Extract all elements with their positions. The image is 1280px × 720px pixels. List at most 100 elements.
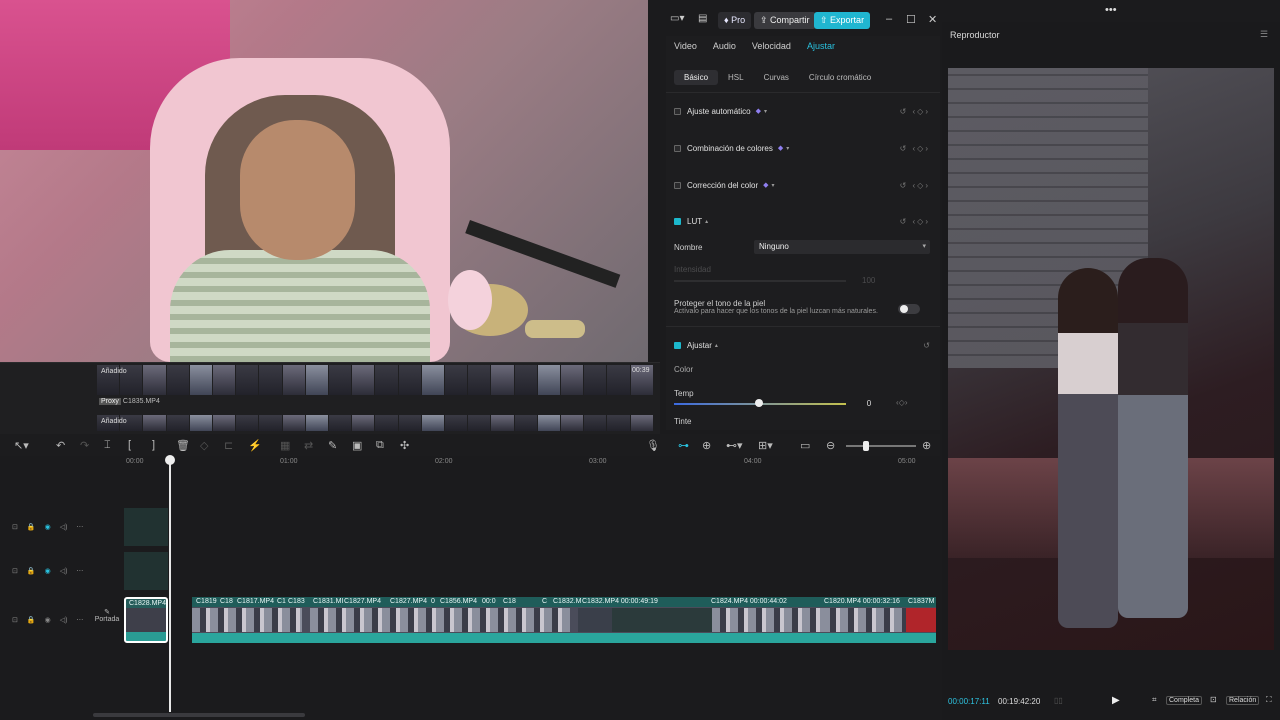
tab-velocidad[interactable]: Velocidad [744,41,799,51]
clip-sequence[interactable]: C1819 C18 C1817.MP4 C1 C183 C1831.MI C18… [192,597,936,643]
auto-adjust-checkbox[interactable] [674,107,681,115]
more-icon[interactable]: ⋯ [76,616,83,624]
reverse-icon[interactable]: ⇄ [304,439,313,452]
keyboard-icon[interactable]: ▤ [698,13,707,24]
zoom-fit-icon[interactable]: ⊡ [1210,695,1217,704]
playhead-handle[interactable] [165,455,175,465]
section-auto-adjust[interactable]: Ajuste automático ◆ ▾ ↺ ‹◇› [674,104,930,118]
zoom-in-icon[interactable]: ⊕ [922,439,931,452]
intensity-slider[interactable] [674,280,846,282]
keyframe-icon[interactable]: ↺ ‹◇› [900,181,930,190]
tab-ajustar[interactable]: Ajustar [799,41,843,51]
crop-icon[interactable]: ⊏ [224,439,233,452]
audio-icon[interactable]: ◁) [60,616,68,624]
section-adjust[interactable]: Ajustar ▴ ↺ [674,338,930,352]
tab-audio[interactable]: Audio [705,41,744,51]
ratio-button[interactable]: Relación [1226,696,1260,705]
lock-icon[interactable]: 🔒 [27,616,36,624]
more-icon[interactable]: ⋯ [76,567,83,575]
visibility-icon[interactable]: ◉ [45,616,51,624]
play-icon[interactable]: ▶ [1112,695,1120,706]
color-combo-checkbox[interactable] [674,144,681,152]
timeline-ruler[interactable]: 00:00 01:00 02:00 03:00 04:00 05:00 [92,456,940,470]
temp-value[interactable]: 0 [854,397,884,410]
lock-icon[interactable]: 🔒 [27,523,36,531]
subtab-hsl[interactable]: HSL [718,70,754,85]
visibility-icon[interactable]: ◉ [45,523,51,531]
preview-axis-icon[interactable]: ⊷▾ [726,439,743,452]
subtab-curvas[interactable]: Curvas [754,70,799,85]
subtab-basico[interactable]: Básico [674,69,719,85]
more-icon[interactable]: ⋯ [76,523,83,531]
media-row-1[interactable] [97,365,653,395]
minimize-icon[interactable]: – [886,13,892,25]
lut-name-select[interactable]: Ninguno ▾ [754,240,930,254]
keyframe-icon[interactable]: ‹◇› [896,398,907,407]
cover-button[interactable]: ✎ Portada [94,608,120,634]
temp-slider-handle[interactable] [755,399,763,407]
speed-icon[interactable]: ⚡ [248,439,262,452]
reset-icon[interactable]: ↺ [923,341,930,350]
selected-clip[interactable]: C1828.MP4 [124,597,168,643]
split-left-icon[interactable]: [ [128,439,131,451]
redo-icon[interactable]: ↷ [80,439,89,452]
chevron-down-icon[interactable]: ▾ [772,182,775,189]
adjust-checkbox[interactable] [674,341,681,349]
media-row-2[interactable] [97,415,653,431]
audio-icon[interactable]: ◁) [60,523,68,531]
magic-wand-icon[interactable]: ✎ [328,439,337,452]
audio-icon[interactable]: ◁) [60,567,68,575]
chevron-up-icon[interactable]: ▴ [715,342,718,349]
tab-video[interactable]: Video [666,41,705,51]
zoom-slider-handle[interactable] [863,441,869,451]
intensity-value[interactable]: 100 [862,276,875,285]
select-tool-icon[interactable]: ↖▾ [14,439,29,452]
delete-icon[interactable]: 🗑 [176,439,190,452]
record-audio-icon[interactable]: 🎙 [646,439,660,452]
color-correction-checkbox[interactable] [674,181,681,189]
fullscreen-icon[interactable]: ⛶ [1266,695,1272,705]
timecode-icon[interactable]: ▯▯ [1054,696,1063,705]
lut-checkbox[interactable] [674,217,681,225]
video-preview[interactable] [948,68,1274,650]
playhead[interactable] [169,456,171,712]
maximize-icon[interactable]: ☐ [906,13,916,26]
complete-button[interactable]: Completa [1166,696,1202,705]
zoom-out-icon[interactable]: ⊖ [826,439,835,452]
section-color-combo[interactable]: Combinación de colores ◆ ▾ ↺ ‹◇› [674,141,930,155]
link-icon[interactable]: ⊶ [678,439,689,452]
keyframe-icon[interactable]: ↺ ‹◇› [900,144,930,153]
subtitle-icon[interactable]: ▣ [352,439,362,452]
close-icon[interactable]: ✕ [928,13,937,26]
overlay-clip-ghost[interactable] [124,508,168,546]
skin-protect-toggle[interactable] [898,304,920,314]
chevron-down-icon[interactable]: ▾ [786,145,789,152]
more-options-icon[interactable]: ••• [1105,4,1117,16]
lock-icon[interactable]: 🔒 [27,567,36,575]
layout-icon[interactable]: ▭▾ [670,13,684,24]
subtab-circulo-cromatico[interactable]: Círculo cromático [799,70,881,85]
split-icon[interactable]: ⌶ [104,439,111,452]
clip-group-icon[interactable]: ⊞▾ [758,439,773,452]
marker-icon[interactable]: ◇ [200,439,208,452]
overlay-clip-ghost[interactable] [124,552,168,590]
freeze-icon[interactable]: ▦ [280,439,290,452]
visibility-icon[interactable]: ◉ [45,567,51,575]
chevron-up-icon[interactable]: ▴ [705,218,708,225]
transform-icon[interactable]: ⧉ [376,439,384,452]
export-button[interactable]: ⇧ Exportar [814,12,871,29]
zoom-slider[interactable] [846,445,916,447]
menu-icon[interactable]: ☰ [1260,29,1268,40]
chevron-down-icon[interactable]: ▾ [764,108,767,115]
share-button[interactable]: ⇪ Compartir [754,12,816,29]
caption-icon[interactable]: ▭ [800,439,810,452]
keyframe-icon[interactable]: ↺ ‹◇› [900,217,930,226]
split-right-icon[interactable]: ] [152,439,155,451]
section-lut[interactable]: LUT ▴ ↺ ‹◇› [674,214,930,228]
crop-icon[interactable]: ⌗ [1152,695,1157,705]
auto-reframe-icon[interactable]: ✣ [400,439,409,452]
snap-icon[interactable]: ⊕ [702,439,711,452]
pro-button[interactable]: ♦ Pro [718,12,752,29]
section-color-correction[interactable]: Corrección del color ◆ ▾ ↺ ‹◇› [674,178,930,192]
timeline-horizontal-scrollbar[interactable] [93,713,305,717]
